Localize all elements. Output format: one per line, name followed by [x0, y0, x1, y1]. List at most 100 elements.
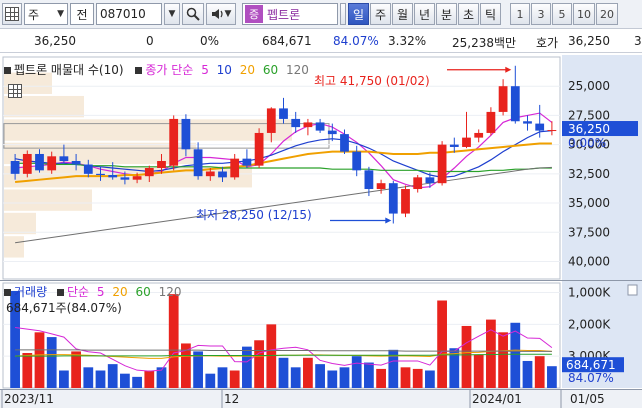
high-annotation: 최고 41,750 (01/02): [314, 74, 430, 88]
volume-bar: [315, 364, 325, 388]
volume-bar: [473, 354, 484, 388]
volume-profile-bar: [4, 236, 24, 258]
code-value: 087010: [100, 7, 146, 21]
period-button[interactable]: 주: [370, 3, 391, 25]
volume-bar: [364, 362, 374, 388]
current-volume-pct-label: 84.07%: [568, 371, 614, 385]
candle-body: [10, 160, 20, 174]
candle-body: [108, 175, 118, 178]
candle-body: [205, 171, 215, 177]
square-icon: [4, 289, 11, 296]
volume-current-annotation: 684,671주(84.07%): [6, 301, 122, 315]
ma-label: 종가 단순: [145, 63, 194, 77]
volume-ma120-label: 120: [158, 285, 182, 299]
splitter-handle[interactable]: [340, 3, 346, 25]
volume-tick-label: 1,000K: [568, 286, 611, 300]
grid-menu-button[interactable]: [2, 3, 22, 25]
volume-bar: [522, 360, 533, 388]
price-tick-label: 27,500: [568, 108, 610, 122]
volume-panel-title: 거래량: [14, 285, 48, 299]
grid-icon: [5, 7, 19, 21]
candle-body: [242, 158, 252, 166]
volume-bar: [437, 300, 447, 388]
candle-body: [315, 122, 325, 131]
price-tick-label: 40,000: [568, 254, 610, 268]
current-pct-label: 0.00%: [568, 136, 606, 150]
interval-button[interactable]: 5: [552, 3, 572, 25]
volume-bar: [327, 370, 338, 388]
candle-body: [462, 137, 471, 147]
volume-bar: [351, 356, 362, 388]
chart-type-select[interactable]: 전: [70, 3, 94, 25]
volume-bar: [229, 370, 240, 388]
chevron-down-icon: ▼: [168, 9, 176, 19]
period-button[interactable]: 일: [348, 3, 369, 25]
volume-bar: [425, 370, 435, 388]
ma10-label: 10: [216, 63, 232, 77]
volume-ma60-label: 60: [135, 285, 151, 299]
table-toggle-button[interactable]: [8, 84, 22, 98]
candle-body: [388, 183, 398, 214]
current-price-tag-label: 36,250: [568, 122, 610, 136]
candle-body: [218, 171, 227, 178]
code-input[interactable]: 087010: [96, 3, 162, 25]
trade-volume: 684,671: [262, 34, 312, 48]
interval-button[interactable]: 20: [596, 3, 618, 25]
period-button[interactable]: 틱: [480, 3, 501, 25]
candle-body: [254, 132, 264, 166]
quote-strip: 36,250 0 0% 684,671 84.07% 3.32% 25,238백…: [0, 29, 642, 53]
candle-body: [449, 144, 459, 147]
period-button[interactable]: 년: [414, 3, 435, 25]
interval-button[interactable]: 3: [531, 3, 551, 25]
sound-button[interactable]: ▼: [206, 3, 236, 25]
volume-bar: [34, 332, 45, 388]
current-price: 36,250: [34, 34, 76, 48]
volume-bar: [217, 367, 228, 388]
volume-bar: [242, 346, 252, 388]
x-axis-label: 2023/11: [4, 392, 54, 406]
volume-bar: [461, 325, 472, 388]
price-tick-label: 32,500: [568, 167, 610, 181]
price-change-pct: 0%: [200, 34, 220, 48]
table-icon: [8, 84, 22, 98]
code-dropdown-button[interactable]: ▼: [164, 3, 180, 25]
candle-body: [291, 118, 301, 128]
ma60-label: 60: [262, 63, 279, 77]
candle-body: [486, 111, 496, 133]
interval-button[interactable]: 1: [510, 3, 530, 25]
candle-body: [401, 189, 410, 214]
chart-area[interactable]: 40,000 37,500 35,000 32,500 30,000 27,500 25,0…: [0, 55, 642, 408]
search-button[interactable]: [182, 3, 204, 25]
candle-body: [303, 122, 313, 128]
price-change: 0: [146, 34, 154, 48]
candle-body: [35, 153, 44, 171]
x-axis-background: [0, 389, 642, 408]
volume-profile-bar: [4, 119, 292, 141]
chart-canvas[interactable]: 40,00037,50035,00032,50030,00027,50025,0…: [0, 55, 642, 408]
volume-bar: [95, 370, 106, 388]
candle-body: [22, 153, 32, 174]
x-axis-label: 2024/01: [472, 392, 522, 406]
candle-body: [279, 108, 288, 119]
candle-body: [437, 144, 447, 184]
candle-body: [96, 173, 105, 176]
volume-ratio: 84.07%: [333, 34, 379, 48]
volume-legend: 거래량 단순 5 20 60 120: [4, 283, 185, 300]
candle-body: [352, 151, 362, 171]
candle-body: [547, 130, 557, 132]
price-legend: 펩트론 매물대 수(10) 종가 단순 5 10 20 60 120: [4, 61, 313, 78]
candle-body: [144, 168, 154, 177]
market-select[interactable]: 주 ▼: [24, 3, 68, 25]
volume-bar: [22, 353, 33, 388]
volume-bar: [498, 332, 508, 388]
volume-bar: [400, 367, 411, 388]
chart-toolbar: 주 ▼ 전 087010 ▼ ▼ 펩트론 증 일 주 월 년 분 초 틱 1 3 5 10 20: [0, 0, 642, 29]
period-button[interactable]: 월: [392, 3, 413, 25]
volume-profile-bar: [4, 95, 84, 118]
speaker-icon: [211, 9, 223, 19]
period-button[interactable]: 초: [458, 3, 479, 25]
candle-body: [425, 177, 435, 184]
period-button[interactable]: 분: [436, 3, 457, 25]
volume-ma20-label: 20: [112, 285, 128, 299]
interval-button[interactable]: 10: [573, 3, 595, 25]
